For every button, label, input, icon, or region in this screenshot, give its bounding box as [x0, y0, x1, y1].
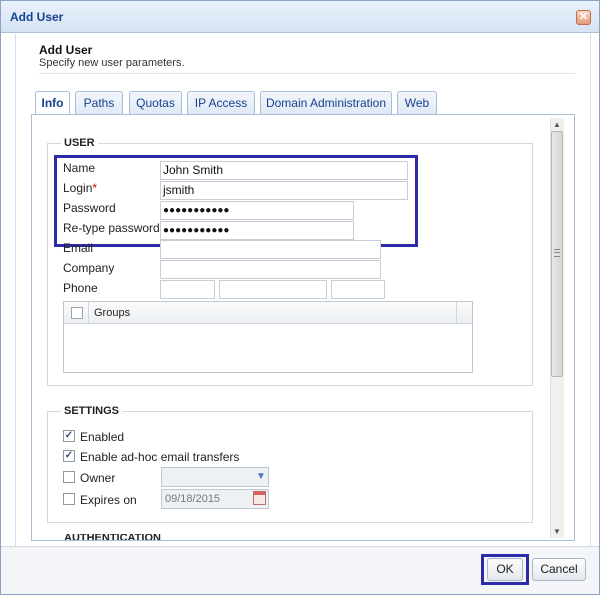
header-divider	[39, 73, 575, 74]
enabled-checkbox[interactable]: ✓	[63, 430, 75, 442]
company-label: Company	[63, 261, 115, 275]
ok-highlight-box	[481, 554, 529, 585]
enabled-label: Enabled	[80, 430, 125, 444]
tab-web[interactable]: Web	[397, 91, 437, 114]
column-divider	[88, 302, 89, 324]
email-field[interactable]	[160, 240, 381, 259]
owner-select[interactable]	[161, 467, 269, 487]
user-legend: USER	[61, 137, 98, 149]
tab-ip-access[interactable]: IP Access	[187, 91, 255, 114]
owner-label: Owner	[80, 471, 116, 485]
company-field[interactable]	[160, 260, 381, 279]
groups-grid-header: Groups	[64, 302, 472, 324]
column-divider	[456, 302, 457, 324]
groups-select-all-checkbox[interactable]	[71, 307, 83, 319]
phone-field-3[interactable]	[331, 280, 385, 299]
adhoc-email-label: Enable ad-hoc email transfers	[80, 450, 240, 464]
expires-label: Expires on	[80, 493, 137, 507]
add-user-dialog: Add User ✕ Add User Specify new user par…	[0, 0, 600, 595]
title-bar[interactable]: Add User ✕	[1, 1, 599, 33]
scroll-down-icon[interactable]: ▼	[550, 525, 564, 538]
phone-field-2[interactable]	[219, 280, 327, 299]
window-title: Add User	[10, 10, 64, 24]
grip-icon	[554, 249, 560, 257]
tab-info[interactable]: Info	[35, 91, 70, 115]
cancel-button[interactable]: Cancel	[532, 558, 586, 581]
expires-checkbox[interactable]	[63, 493, 75, 505]
phone-label: Phone	[63, 281, 98, 295]
email-label: Email	[63, 241, 94, 255]
calendar-icon[interactable]	[253, 491, 266, 505]
settings-legend: SETTINGS	[61, 405, 123, 417]
adhoc-email-checkbox[interactable]: ✓	[63, 450, 75, 462]
authentication-legend: AUTHENTICATION	[61, 534, 164, 540]
highlight-box	[54, 155, 418, 247]
close-icon[interactable]: ✕	[576, 10, 591, 25]
page-description: Specify new user parameters.	[39, 57, 185, 69]
groups-grid[interactable]: Groups	[63, 301, 473, 373]
tab-quotas[interactable]: Quotas	[129, 91, 182, 114]
tab-domain-administration[interactable]: Domain Administration	[260, 91, 392, 114]
page-title: Add User	[39, 43, 93, 57]
tab-paths[interactable]: Paths	[75, 91, 123, 114]
scroll-up-icon[interactable]: ▲	[550, 118, 564, 131]
groups-column-header: Groups	[94, 307, 131, 319]
owner-checkbox[interactable]	[63, 471, 75, 483]
phone-field-1[interactable]	[160, 280, 215, 299]
chevron-down-icon[interactable]: ▼	[255, 468, 267, 486]
